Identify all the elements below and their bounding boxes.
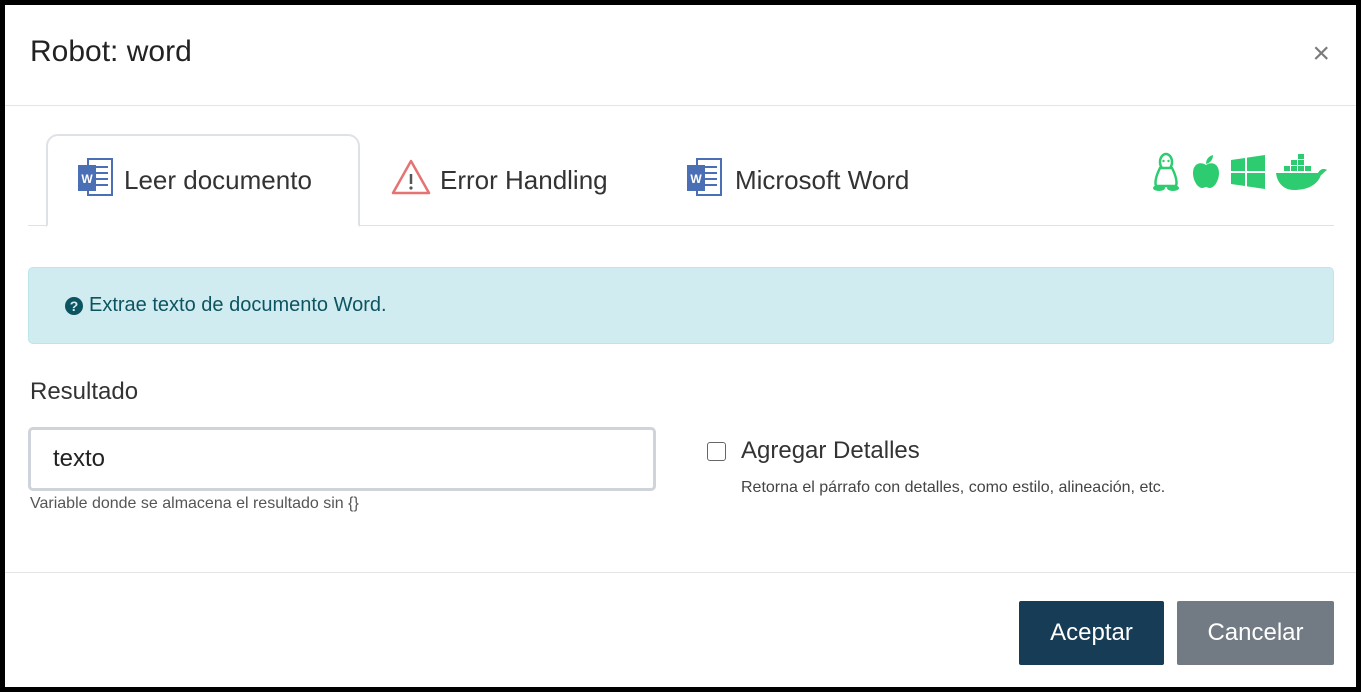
platform-icons xyxy=(1150,152,1328,197)
dialog-header: Robot: word × xyxy=(5,5,1356,106)
accept-button[interactable]: Aceptar xyxy=(1019,601,1164,665)
tab-label: Leer documento xyxy=(124,165,312,195)
result-help-text: Variable donde se almacena el resultado … xyxy=(30,495,359,512)
question-circle-icon: ? xyxy=(65,297,83,315)
details-checkbox-row[interactable]: Agregar Detalles xyxy=(707,437,920,465)
info-text: Extrae texto de documento Word. xyxy=(89,294,387,316)
linux-icon xyxy=(1150,152,1182,197)
details-help-text: Retorna el párrafo con detalles, como es… xyxy=(741,479,1166,496)
details-checkbox[interactable] xyxy=(707,441,726,461)
footer-divider xyxy=(5,572,1356,573)
details-label: Agregar Detalles xyxy=(741,437,920,464)
result-label: Resultado xyxy=(30,378,139,405)
tab-microsoft-word[interactable]: W Microsoft Word xyxy=(683,134,963,226)
apple-icon xyxy=(1190,154,1222,195)
tab-label: Error Handling xyxy=(440,164,608,195)
tab-error-handling[interactable]: Error Handling xyxy=(390,134,640,226)
windows-icon xyxy=(1230,155,1266,194)
svg-text:W: W xyxy=(690,172,702,186)
tab-leer-documento[interactable]: W Leer documento xyxy=(46,134,360,227)
warning-icon xyxy=(390,158,432,203)
dialog-title: Robot: word xyxy=(30,35,192,68)
tab-bar: W Leer documento Error Handling W Micros… xyxy=(28,134,1334,227)
tab-label: Microsoft Word xyxy=(735,164,910,195)
docker-icon xyxy=(1274,152,1328,197)
result-input[interactable] xyxy=(28,427,656,491)
word-icon: W xyxy=(76,156,116,205)
close-icon[interactable]: × xyxy=(1312,39,1330,69)
info-alert: ? Extrae texto de documento Word. xyxy=(28,267,1334,344)
svg-text:W: W xyxy=(81,172,93,186)
word-icon: W xyxy=(683,156,727,205)
cancel-button[interactable]: Cancelar xyxy=(1177,601,1334,665)
